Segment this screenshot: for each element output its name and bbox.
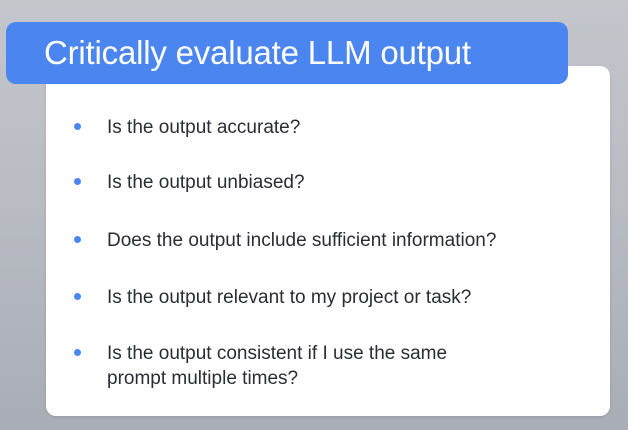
bullet-item-consistent: Is the output consistent if I use the sa… (74, 341, 447, 391)
bullet-text: Is the output unbiased? (107, 172, 305, 193)
bullet-dot-icon (74, 123, 81, 130)
slide-frame: { "slide": { "title": "Critically evalua… (0, 0, 628, 430)
bullet-dot-icon (74, 178, 81, 185)
bullet-text: Is the output accurate? (107, 117, 301, 138)
slide-title: Critically evaluate LLM output (44, 34, 471, 71)
title-banner: Critically evaluate LLM output (6, 22, 568, 84)
content-card: Is the output accurate? Is the output un… (46, 66, 610, 416)
bullet-text: Is the output consistent if I use the sa… (107, 343, 448, 389)
bullet-dot-icon (74, 349, 81, 356)
bullet-item-sufficient: Does the output include sufficient infor… (74, 228, 496, 253)
bullet-text: Is the output relevant to my project or … (107, 287, 472, 308)
bullet-dot-icon (74, 236, 81, 243)
bullet-dot-icon (74, 293, 81, 300)
bullet-text: Does the output include sufficient infor… (107, 230, 497, 251)
bullet-item-unbiased: Is the output unbiased? (74, 170, 305, 195)
bullet-item-relevant: Is the output relevant to my project or … (74, 285, 471, 310)
bullet-item-accurate: Is the output accurate? (74, 115, 300, 140)
